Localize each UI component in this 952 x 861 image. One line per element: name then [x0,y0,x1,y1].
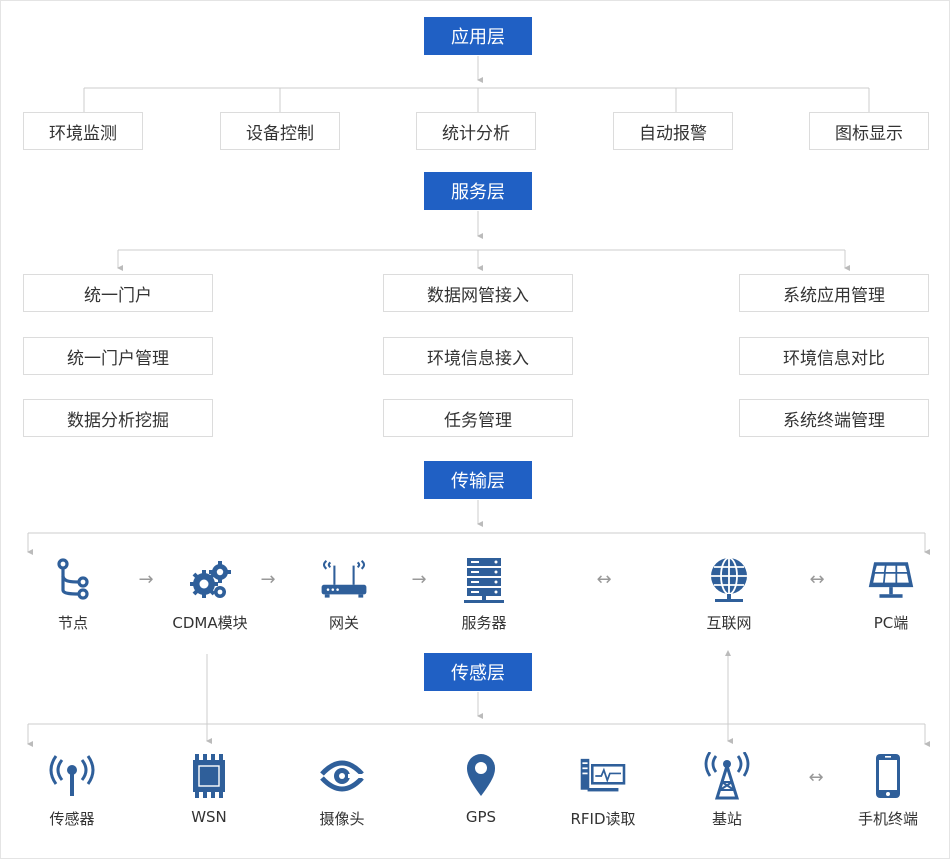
arrow-node-to-cdma: → [138,569,154,590]
app-item-env-monitor: 环境监测 [23,112,143,150]
service-item-terminal-mgmt: 系统终端管理 [739,399,929,437]
sensing-node-rfid: RFID读取 [543,752,663,829]
layer-service: 服务层 [424,172,532,210]
sensing-node-phone: 手机终端 [828,752,948,829]
sensing-node-camera: 摄像头 [282,752,402,829]
server-rack-icon [464,558,504,603]
arrow-cdma-to-gateway: → [260,569,276,590]
sensing-label-gps: GPS [465,808,497,826]
app-item-device-control: 设备控制 [220,112,340,150]
solar-panel-icon [868,562,914,598]
arrow-server-internet: ↔ [596,569,612,590]
service-item-portal-mgmt: 统一门户管理 [23,337,213,375]
transport-node-gateway: 网关 [284,556,404,633]
chip-icon [193,754,225,798]
transport-node-pc: PC端 [831,556,951,633]
rfid-reader-icon [580,758,626,792]
branch-node-icon [57,558,89,600]
app-item-statistics: 统计分析 [416,112,536,150]
sensing-label-wsn: WSN [191,808,227,826]
sensing-label-phone: 手机终端 [857,810,918,828]
arrow-station-phone: ↔ [808,767,824,788]
transport-label-cdma: CDMA模块 [172,614,248,632]
transport-node-cdma: CDMA模块 [150,556,270,633]
app-item-chart-display: 图标显示 [809,112,929,150]
layer-transport: 传输层 [424,461,532,499]
arrow-gateway-to-server: → [411,569,427,590]
service-item-data-mining: 数据分析挖掘 [23,399,213,437]
sensing-label-rfid: RFID读取 [570,810,636,828]
transport-label-internet: 互联网 [706,614,752,632]
transport-label-gateway: 网关 [328,614,359,632]
service-item-env-access: 环境信息接入 [383,337,573,375]
service-item-portal: 统一门户 [23,274,213,312]
service-item-data-access: 数据网管接入 [383,274,573,312]
sensing-node-base-station: 基站 [667,752,787,829]
transport-label-server: 服务器 [461,614,507,632]
transport-node-node: 节点 [13,556,133,633]
sensing-node-wsn: WSN [149,752,269,826]
layer-sensing: 传感层 [424,653,532,691]
camera-eye-icon [320,760,366,792]
service-item-task-mgmt: 任务管理 [383,399,573,437]
transport-label-pc: PC端 [873,614,909,632]
transport-node-internet: 互联网 [669,556,789,633]
map-pin-icon [467,754,495,796]
service-item-sys-app-mgmt: 系统应用管理 [739,274,929,312]
transport-label-node: 节点 [57,614,88,632]
arrow-internet-pc: ↔ [809,569,825,590]
mobile-phone-icon [876,754,900,798]
app-item-auto-alarm: 自动报警 [613,112,733,150]
sensing-label-base-station: 基站 [711,810,742,828]
layer-application: 应用层 [424,17,532,55]
sensing-node-sensor: 传感器 [12,752,132,829]
globe-icon [711,557,747,602]
signal-icon [49,755,95,796]
transport-node-server: 服务器 [424,556,544,633]
tower-icon [704,752,750,800]
router-icon [321,560,367,598]
sensing-label-sensor: 传感器 [49,810,95,828]
service-item-env-compare: 环境信息对比 [739,337,929,375]
sensing-label-camera: 摄像头 [319,810,365,828]
sensing-node-gps: GPS [421,752,541,826]
gears-icon [190,561,231,598]
